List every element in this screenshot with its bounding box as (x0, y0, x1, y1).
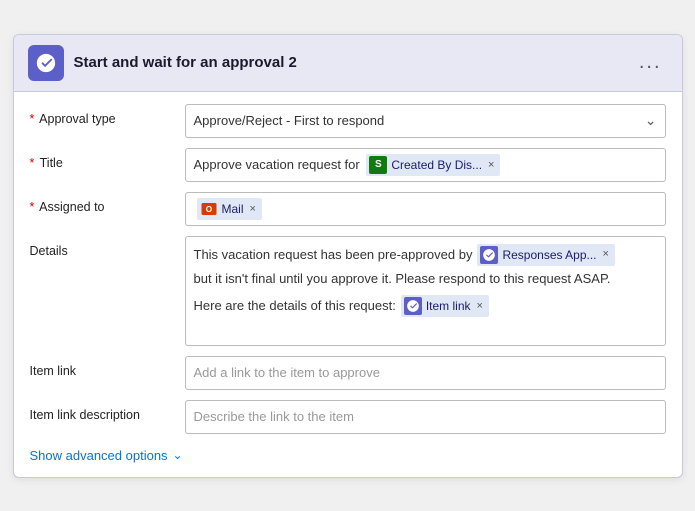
token-close-button[interactable]: × (488, 159, 494, 171)
token-icon-s: S (369, 156, 387, 174)
approval-type-value: Approve/Reject - First to respond (194, 113, 385, 128)
assigned-to-row: * Assigned to O Mail × (30, 192, 666, 226)
title-label: * Title (30, 148, 185, 170)
title-token: S Created By Dis... × (366, 154, 500, 176)
approval-response-icon (480, 246, 498, 264)
approval-item-icon (404, 297, 422, 315)
chevron-down-icon: ⌄ (173, 448, 183, 462)
details-token1-close[interactable]: × (603, 246, 609, 263)
item-link-input[interactable]: Add a link to the item to approve (185, 356, 666, 390)
approval-card: Start and wait for an approval 2 ... * A… (13, 34, 683, 478)
office-icon: O (200, 200, 218, 218)
approval-type-label: * Approval type (30, 104, 185, 126)
assigned-to-token-text: Mail (222, 202, 244, 216)
details-line-1: This vacation request has been pre-appro… (194, 243, 657, 267)
approval-icon (28, 45, 64, 81)
approval-type-select[interactable]: Approve/Reject - First to respond ⌄ (185, 104, 666, 138)
item-link-row: Item link Add a link to the item to appr… (30, 356, 666, 390)
required-star: * (30, 200, 35, 214)
approval-type-row: * Approval type Approve/Reject - First t… (30, 104, 666, 138)
item-link-desc-label: Item link description (30, 400, 185, 422)
details-row: Details This vacation request has been p… (30, 236, 666, 346)
details-line1-text: This vacation request has been pre-appro… (194, 245, 473, 265)
details-line3-text: Here are the details of this request: (194, 296, 396, 316)
details-line-3: Here are the details of this request: It… (194, 294, 657, 318)
title-prefix-text: Approve vacation request for (194, 157, 360, 172)
item-link-desc-input[interactable]: Describe the link to the item (185, 400, 666, 434)
assigned-to-label: * Assigned to (30, 192, 185, 214)
details-line-3-block: Here are the details of this request: It… (194, 294, 657, 318)
title-row: * Title Approve vacation request for S C… (30, 148, 666, 182)
assigned-to-token: O Mail × (197, 198, 262, 220)
item-link-placeholder: Add a link to the item to approve (194, 365, 380, 380)
details-token-2: Item link × (401, 295, 489, 317)
details-token-1: Responses App... × (477, 244, 615, 266)
details-input[interactable]: This vacation request has been pre-appro… (185, 236, 666, 346)
details-token1-text: Responses App... (502, 246, 596, 264)
item-link-desc-row: Item link description Describe the link … (30, 400, 666, 434)
details-token2-text: Item link (426, 297, 471, 315)
assigned-to-token-close[interactable]: × (250, 203, 256, 215)
details-line-2: but it isn't final until you approve it.… (194, 269, 657, 289)
card-header: Start and wait for an approval 2 ... (14, 35, 682, 92)
show-advanced-label: Show advanced options (30, 448, 168, 463)
title-input[interactable]: Approve vacation request for S Created B… (185, 148, 666, 182)
card-body: * Approval type Approve/Reject - First t… (14, 92, 682, 477)
required-star: * (30, 156, 35, 170)
item-link-label: Item link (30, 356, 185, 378)
assigned-to-input[interactable]: O Mail × (185, 192, 666, 226)
header-left: Start and wait for an approval 2 (28, 45, 297, 81)
details-token2-close[interactable]: × (477, 298, 483, 315)
details-label: Details (30, 236, 185, 258)
chevron-down-icon: ⌄ (645, 112, 657, 129)
token-text: Created By Dis... (391, 158, 482, 172)
svg-text:O: O (205, 205, 212, 214)
context-menu-button[interactable]: ... (633, 49, 668, 76)
required-star: * (30, 112, 35, 126)
item-link-desc-placeholder: Describe the link to the item (194, 409, 354, 424)
card-title: Start and wait for an approval 2 (74, 54, 297, 71)
show-advanced-options-button[interactable]: Show advanced options ⌄ (30, 444, 666, 463)
